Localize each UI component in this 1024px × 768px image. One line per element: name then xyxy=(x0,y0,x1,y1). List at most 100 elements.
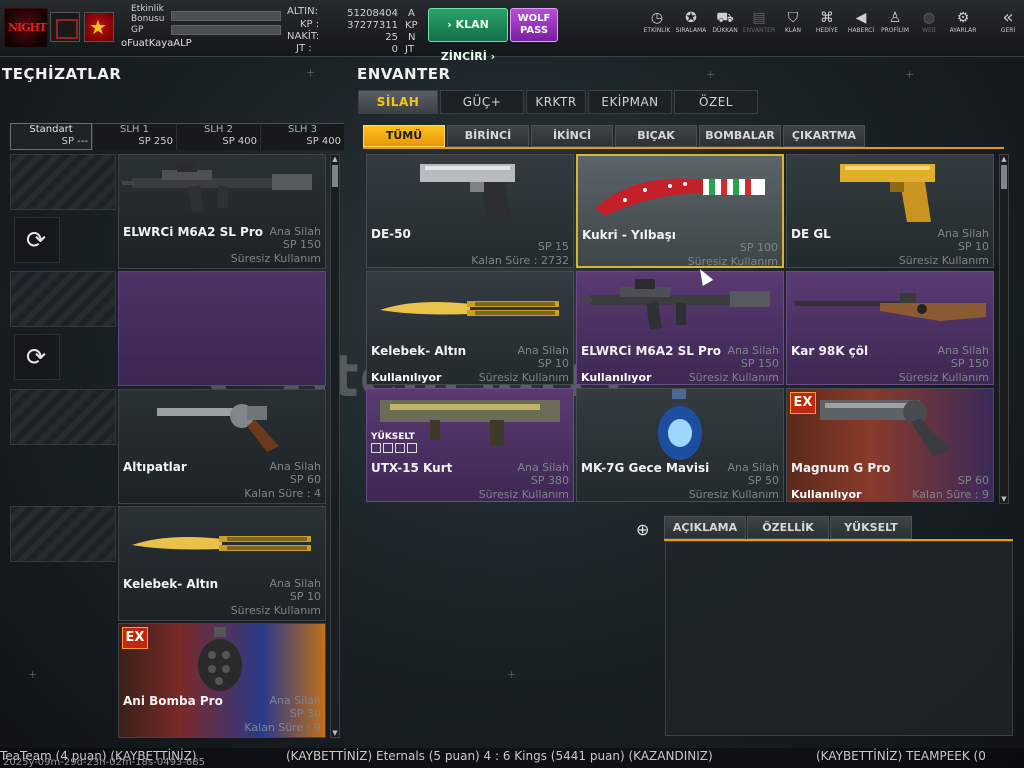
nav-shield[interactable]: ⛉ KLAN xyxy=(776,10,810,34)
nav-user[interactable]: ♙ PROFİLİM xyxy=(878,10,912,34)
swap-slot-button[interactable]: ⟳ xyxy=(14,217,60,263)
item-type: Ana Silah xyxy=(269,460,321,473)
scroll-thumb[interactable] xyxy=(332,165,338,187)
loadout-sp: SP 250 xyxy=(138,136,173,147)
jt-value: 0 xyxy=(391,44,398,55)
loadout-tab[interactable]: Standart SP --- xyxy=(10,123,92,150)
equipped-item-card[interactable]: ELWRCi M6A2 SL Pro Ana Silah SP 150 Süresiz… xyxy=(118,154,326,269)
equipped-item-card[interactable]: EX Ani Bomba Pro Ana Silah SP 30 Kalan Süre … xyxy=(118,623,326,738)
inventory-tab[interactable]: GÜÇ+ xyxy=(440,90,524,114)
left-scrollbar[interactable]: ▲ ▼ xyxy=(330,154,340,738)
inventory-item-card[interactable]: DE-50 SP 15 Kalan Süre : 2732 xyxy=(366,154,574,268)
scroll-thumb[interactable] xyxy=(1001,165,1007,189)
equipped-item-card[interactable]: Kelebek- Altın Ana Silah SP 10 Süresiz Kull… xyxy=(118,506,326,621)
item-sp: SP 50 xyxy=(747,474,779,487)
inventory-item-card[interactable]: Kar 98K çöl Ana Silah SP 150 Süresiz Kullan… xyxy=(786,271,994,385)
loadout-tab[interactable]: SLH 3 SP 400 xyxy=(260,123,344,150)
slot-empty[interactable] xyxy=(10,506,116,562)
inventory-item-card[interactable]: DE GL Ana Silah SP 10 Süresiz Kullanım xyxy=(786,154,994,268)
item-type: Ana Silah xyxy=(937,227,989,240)
nav-gift[interactable]: ⌘ HEDİYE xyxy=(810,10,844,34)
item-name: Kelebek- Altın xyxy=(123,577,219,591)
filter-tab[interactable]: TÜMÜ xyxy=(363,125,445,147)
weapon-image xyxy=(367,155,573,227)
loadout-tab[interactable]: SLH 2 SP 400 xyxy=(176,123,260,150)
filter-tab[interactable]: ÇIKARTMA xyxy=(783,125,865,147)
nav-megaphone[interactable]: ◀ HABERCİ xyxy=(844,10,878,34)
slot-empty[interactable] xyxy=(10,389,116,445)
item-type: Ana Silah xyxy=(727,461,779,474)
nav-label: AYARLAR xyxy=(949,27,977,34)
clan-emblem-icon[interactable] xyxy=(50,12,80,42)
cash-unit: N xyxy=(408,32,416,43)
nav-medal[interactable]: ✪ SIRALAMA xyxy=(674,10,708,34)
main-nav: ◷ ETKİNLİK ✪ SIRALAMA ⛟ DÜKKAN ▤ ENVANTER ⛉ KLAN ⌘… xyxy=(640,10,980,34)
filter-tab[interactable]: İKİNCİ xyxy=(531,125,613,147)
wolf-pass-button[interactable]: WOLF PASS xyxy=(510,8,558,42)
inventory-item-card[interactable]: Kelebek- Altın Ana Silah SP 10 Kullanılıyor… xyxy=(366,271,574,385)
scroll-down-icon[interactable]: ▼ xyxy=(331,729,339,737)
in-use-label: Kullanılıyor xyxy=(581,371,652,384)
inventory-item-card[interactable]: EX Magnum G Pro SP 60 Kullanılıyor Kalan Sür… xyxy=(786,388,994,502)
user-icon: ♙ xyxy=(888,10,902,26)
plus-decoration: + xyxy=(507,668,517,681)
rank-star-icon[interactable]: ★ xyxy=(84,12,114,42)
weapon-image xyxy=(119,624,325,696)
equipped-item-card[interactable]: Altıpatlar Ana Silah SP 60 Kalan Süre : 4 xyxy=(118,389,326,504)
zoom-in-icon[interactable]: ⊕ xyxy=(636,520,649,539)
item-sp: SP 15 xyxy=(537,240,569,253)
inventory-grid: DE-50 SP 15 Kalan Süre : 2732 Kukri - Yılba… xyxy=(366,154,996,504)
inventory-item-card[interactable]: Kukri - Yılbaşı SP 100 Süresiz Kullanım xyxy=(576,154,784,268)
kp-unit: KP xyxy=(405,20,418,31)
item-sp: SP 60 xyxy=(957,474,989,487)
equipped-item-card[interactable] xyxy=(118,271,326,386)
weapon-image xyxy=(787,272,993,344)
slot-empty[interactable] xyxy=(10,154,116,210)
scroll-up-icon[interactable]: ▲ xyxy=(331,155,339,163)
item-duration: Kalan Süre : 2732 xyxy=(471,254,569,267)
detail-tab[interactable]: YÜKSELT xyxy=(830,516,912,539)
inventory-item-card[interactable]: MK-7G Gece Mavisi Ana Silah SP 50 Süresiz K… xyxy=(576,388,784,502)
scroll-down-icon[interactable]: ▼ xyxy=(1000,495,1008,503)
inventory-category-tabs: SİLAH GÜÇ+ KRKTR EKİPMAN ÖZEL xyxy=(358,90,760,114)
weapon-image xyxy=(787,389,993,461)
item-type: Ana Silah xyxy=(269,577,321,590)
item-duration: Süresiz Kullanım xyxy=(688,371,779,384)
nav-stopwatch[interactable]: ◷ ETKİNLİK xyxy=(640,10,674,34)
nav-label: ETKİNLİK xyxy=(643,27,671,34)
inventory-tab[interactable]: KRKTR xyxy=(526,90,586,114)
detail-tab[interactable]: AÇIKLAMA xyxy=(664,516,746,539)
back-button[interactable]: « GERİ xyxy=(994,9,1022,35)
nav-label: KLAN xyxy=(784,27,801,34)
item-sp: SP 10 xyxy=(957,240,989,253)
nav-gear[interactable]: ⚙ AYARLAR xyxy=(946,10,980,34)
item-duration: Kalan Süre : 9 xyxy=(912,488,989,501)
inventory-item-card[interactable]: YÜKSELT UTX-15 Kurt Ana Silah SP 380 Süresiz… xyxy=(366,388,574,502)
item-name: MK-7G Gece Mavisi xyxy=(581,461,710,475)
medal-icon: ✪ xyxy=(685,10,697,26)
clan-chain-button[interactable]: › KLAN ZİNCİRİ › xyxy=(428,8,508,63)
filter-tab[interactable]: BIÇAK xyxy=(615,125,697,147)
slot-empty[interactable] xyxy=(10,271,116,327)
inventory-tab[interactable]: ÖZEL xyxy=(674,90,758,114)
item-duration: Kalan Süre : 9 xyxy=(244,721,321,734)
inventory-tab[interactable]: EKİPMAN xyxy=(588,90,672,114)
nav-globe[interactable]: ◍ WEB xyxy=(912,10,946,34)
swap-slot-button[interactable]: ⟳ xyxy=(14,334,60,380)
item-duration: Süresiz Kullanım xyxy=(898,254,989,267)
username: oFuatKayaALP xyxy=(121,38,192,49)
detail-tab[interactable]: ÖZELLİK xyxy=(747,516,829,539)
filter-tab[interactable]: BİRİNCİ xyxy=(447,125,529,147)
inventory-tab[interactable]: SİLAH xyxy=(358,90,438,114)
loadout-tab[interactable]: SLH 1 SP 250 xyxy=(92,123,176,150)
inventory-title: ENVANTER xyxy=(357,65,451,83)
scroll-up-icon[interactable]: ▲ xyxy=(1000,155,1008,163)
nav-inventory[interactable]: ▤ ENVANTER xyxy=(742,10,776,34)
item-duration: Süresiz Kullanım xyxy=(687,255,778,268)
megaphone-icon: ◀ xyxy=(855,10,867,26)
inventory-item-card[interactable]: ELWRCi M6A2 SL Pro Ana Silah SP 150 Kullanı… xyxy=(576,271,784,385)
inventory-scrollbar[interactable]: ▲ ▼ xyxy=(999,154,1009,504)
nav-cart[interactable]: ⛟ DÜKKAN xyxy=(708,10,742,34)
filter-tab[interactable]: BOMBALAR xyxy=(699,125,781,147)
item-name: DE-50 xyxy=(371,227,411,241)
